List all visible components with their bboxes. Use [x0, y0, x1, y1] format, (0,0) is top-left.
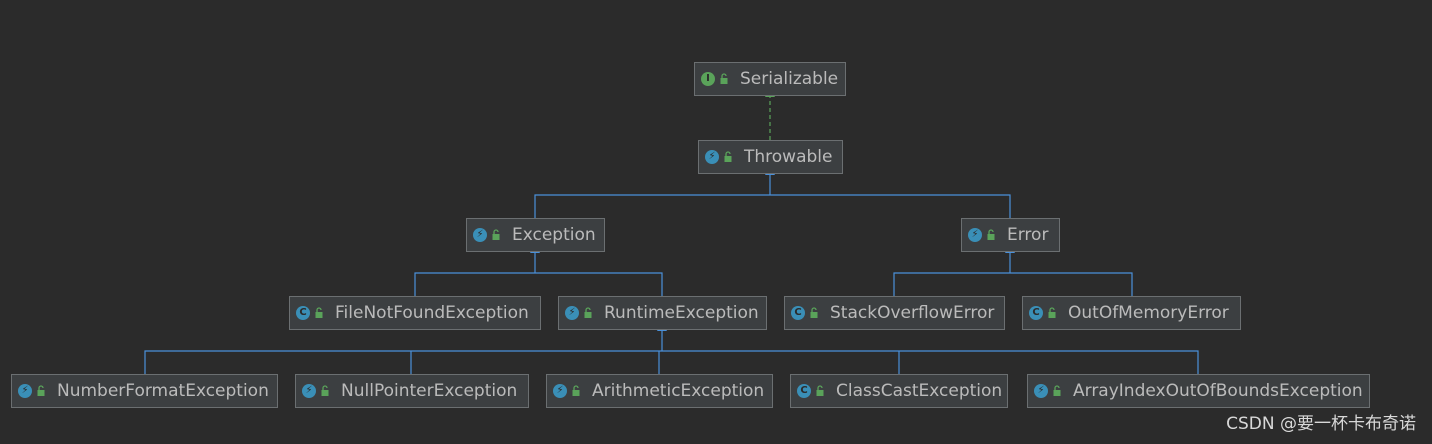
class-icon: ⚡ [553, 384, 567, 398]
node-stackoverflowerror[interactable]: C StackOverflowError [784, 296, 1005, 330]
watermark-text: CSDN @要一杯卡布奇诺 [1226, 414, 1416, 434]
edge-group-error-children [893, 244, 1133, 296]
lock-open-icon [1048, 307, 1056, 318]
class-icon: C [296, 306, 310, 320]
node-classcastexception[interactable]: C ClassCastException [790, 374, 1008, 408]
node-label: NumberFormatException [57, 381, 269, 401]
class-icon: ⚡ [565, 306, 579, 320]
class-hierarchy-diagram: I Serializable ⚡ Throwable ⚡ Exception ⚡… [0, 0, 1432, 444]
class-icon: ⚡ [18, 384, 32, 398]
node-outofmemoryerror[interactable]: C OutOfMemoryError [1022, 296, 1241, 330]
node-serializable[interactable]: I Serializable [694, 62, 846, 96]
node-throwable[interactable]: ⚡ Throwable [698, 140, 843, 174]
node-exception[interactable]: ⚡ Exception [466, 218, 605, 252]
node-label: StackOverflowError [830, 303, 995, 323]
lock-open-icon [724, 151, 732, 162]
lock-open-icon [492, 229, 500, 240]
class-icon: C [797, 384, 811, 398]
lock-open-icon [987, 229, 995, 240]
class-icon: ⚡ [302, 384, 316, 398]
lock-open-icon [315, 307, 323, 318]
edge-group-throwable-children [534, 166, 1011, 218]
class-icon: ⚡ [968, 228, 982, 242]
interface-icon: I [701, 72, 715, 86]
node-label: OutOfMemoryError [1068, 303, 1229, 323]
node-error[interactable]: ⚡ Error [961, 218, 1060, 252]
class-icon: ⚡ [473, 228, 487, 242]
node-label: Error [1007, 225, 1049, 245]
lock-open-icon [37, 385, 45, 396]
node-arithmeticexception[interactable]: ⚡ ArithmeticException [546, 374, 773, 408]
node-runtimeexception[interactable]: ⚡ RuntimeException [558, 296, 767, 330]
node-label: ClassCastException [836, 381, 1003, 401]
lock-open-icon [816, 385, 824, 396]
lock-open-icon [810, 307, 818, 318]
node-arrayindexoutofboundsexception[interactable]: ⚡ ArrayIndexOutOfBoundsException [1027, 374, 1370, 408]
lock-open-icon [1053, 385, 1061, 396]
node-label: ArithmeticException [592, 381, 765, 401]
class-icon: C [1029, 306, 1043, 320]
node-label: ArrayIndexOutOfBoundsException [1073, 381, 1363, 401]
lock-open-icon [321, 385, 329, 396]
class-icon: ⚡ [1034, 384, 1048, 398]
node-label: RuntimeException [604, 303, 759, 323]
edge-group-exception-children [414, 244, 663, 296]
node-label: FileNotFoundException [335, 303, 529, 323]
class-icon: C [791, 306, 805, 320]
node-label: Serializable [740, 69, 839, 89]
node-nullpointerexception[interactable]: ⚡ NullPointerException [295, 374, 529, 408]
node-filenotfoundexception[interactable]: C FileNotFoundException [289, 296, 541, 330]
node-label: Throwable [744, 147, 833, 167]
edge-group-runtime-children [144, 322, 1199, 374]
class-icon: ⚡ [705, 150, 719, 164]
lock-open-icon [584, 307, 592, 318]
lock-open-icon [572, 385, 580, 396]
lock-open-icon [720, 73, 728, 84]
node-label: NullPointerException [341, 381, 518, 401]
node-label: Exception [512, 225, 596, 245]
node-numberformatexception[interactable]: ⚡ NumberFormatException [11, 374, 278, 408]
